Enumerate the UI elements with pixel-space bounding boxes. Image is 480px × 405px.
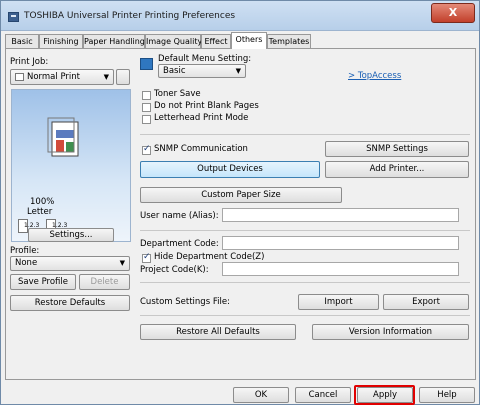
snmp-settings-button[interactable]: SNMP Settings	[325, 141, 469, 157]
export-button[interactable]: Export	[383, 294, 469, 310]
hide-department-label: Hide Department Code(Z)	[154, 252, 265, 262]
output-devices-button[interactable]: Output Devices	[140, 161, 320, 178]
department-code-label: Department Code:	[140, 239, 219, 249]
toner-save-label: Toner Save	[154, 89, 201, 99]
restore-defaults-button[interactable]: Restore Defaults	[10, 295, 130, 311]
default-menu-label: Default Menu Setting:	[158, 54, 252, 64]
divider	[140, 134, 470, 135]
tab-paper-handling[interactable]: Paper Handling	[83, 34, 145, 48]
print-job-value: Normal Print	[27, 72, 81, 82]
print-job-label: Print Job:	[10, 57, 49, 67]
preview-zoom: 100%	[30, 197, 55, 207]
hide-department-checkbox[interactable]	[142, 252, 151, 263]
project-code-label: Project Code(K):	[140, 265, 209, 275]
restore-all-defaults-button[interactable]: Restore All Defaults	[140, 324, 296, 340]
print-preview: 100% Letter 1.2.3 1.2.3	[11, 89, 131, 242]
dialog-footer: OK Cancel Apply Help	[1, 382, 479, 405]
version-information-button[interactable]: Version Information	[312, 324, 469, 340]
chevron-down-icon: ▼	[235, 67, 241, 75]
letterhead-checkbox[interactable]	[142, 115, 151, 124]
tab-others[interactable]: Others	[231, 32, 267, 49]
tab-effect[interactable]: Effect	[201, 34, 231, 48]
import-button[interactable]: Import	[298, 294, 379, 310]
divider	[140, 230, 470, 231]
preview-paper-size: Letter	[27, 207, 53, 217]
tab-basic[interactable]: Basic	[5, 34, 39, 48]
document-preview-icon	[47, 117, 79, 157]
print-job-icon	[15, 72, 24, 81]
tab-image-quality[interactable]: Image Quality	[145, 34, 202, 48]
printing-preferences-window: TOSHIBA Universal Printer Printing Prefe…	[0, 0, 480, 405]
snmp-checkbox[interactable]	[142, 144, 151, 155]
topaccess-link[interactable]: > TopAccess	[348, 71, 401, 81]
chevron-down-icon: ▼	[119, 259, 125, 267]
title-bar: TOSHIBA Universal Printer Printing Prefe…	[1, 1, 479, 31]
apply-highlight	[354, 385, 415, 405]
ok-button[interactable]: OK	[233, 387, 289, 403]
snmp-label: SNMP Communication	[154, 144, 248, 154]
default-menu-value: Basic	[163, 66, 186, 76]
custom-settings-label: Custom Settings File:	[140, 297, 230, 307]
department-code-input[interactable]	[222, 236, 459, 250]
divider	[140, 282, 470, 283]
letterhead-label: Letterhead Print Mode	[154, 113, 249, 123]
settings-button[interactable]: Settings...	[28, 228, 114, 242]
print-job-extra-button[interactable]	[116, 69, 130, 85]
project-code-input[interactable]	[222, 262, 459, 276]
user-name-input[interactable]	[222, 208, 459, 222]
tab-content-others: Print Job: Normal Print ▼ 100% Letter 1.…	[5, 48, 476, 380]
profile-label: Profile:	[10, 246, 40, 256]
default-menu-select[interactable]: Basic ▼	[158, 64, 246, 78]
printer-app-icon	[8, 12, 19, 22]
user-name-label: User name (Alias):	[140, 211, 219, 221]
help-button[interactable]: Help	[419, 387, 475, 403]
no-blank-pages-label: Do not Print Blank Pages	[154, 101, 259, 111]
add-printer-button[interactable]: Add Printer...	[325, 161, 469, 178]
tab-finishing[interactable]: Finishing	[39, 34, 83, 48]
tab-templates[interactable]: Templates	[267, 34, 311, 48]
custom-paper-size-button[interactable]: Custom Paper Size	[140, 187, 342, 203]
window-title: TOSHIBA Universal Printer Printing Prefe…	[24, 11, 236, 21]
profile-value: None	[15, 258, 38, 268]
divider	[140, 315, 470, 316]
chevron-down-icon: ▼	[103, 73, 109, 81]
save-profile-button[interactable]: Save Profile	[10, 274, 76, 290]
toner-save-checkbox[interactable]	[142, 91, 151, 100]
no-blank-pages-checkbox[interactable]	[142, 103, 151, 112]
cancel-button[interactable]: Cancel	[295, 387, 351, 403]
print-job-select[interactable]: Normal Print ▼	[10, 69, 114, 85]
close-button[interactable]: X	[431, 3, 475, 23]
default-menu-icon	[140, 58, 153, 70]
profile-select[interactable]: None ▼	[10, 256, 130, 271]
delete-profile-button[interactable]: Delete	[79, 274, 130, 290]
